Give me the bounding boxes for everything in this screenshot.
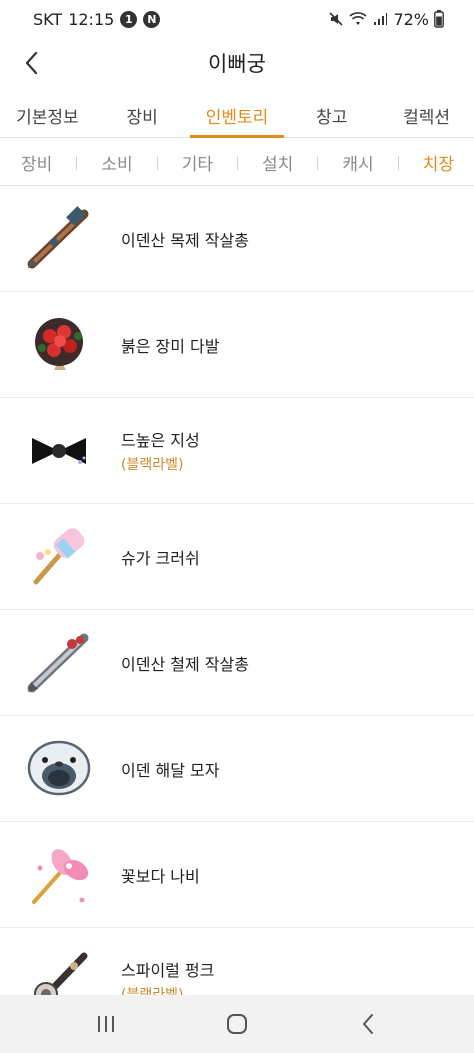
mute-icon [329, 12, 344, 26]
item-text: 드높은 지성 (블랙라벨) [121, 427, 200, 474]
subtab-divider [156, 155, 158, 170]
signal-icon [374, 13, 388, 25]
item-name: 붉은 장미 다발 [121, 336, 220, 356]
battery-percent: 72% [393, 9, 429, 29]
status-left: SKT 12:15 1 N [33, 9, 161, 29]
tab-basic-info[interactable]: 기본정보 [0, 93, 95, 137]
item-name: 드높은 지성 [121, 431, 200, 450]
tab-collection[interactable]: 컬렉션 [379, 93, 474, 137]
list-item[interactable]: 붉은 장미 다발 [0, 292, 474, 398]
list-item[interactable]: 드높은 지성 (블랙라벨) [0, 398, 474, 504]
notification-badge-1: 1 [120, 10, 138, 28]
home-icon [226, 1014, 247, 1034]
tab-equipment[interactable]: 장비 [95, 93, 190, 137]
carrier-label: SKT [33, 9, 63, 29]
list-item[interactable]: 꽃보다 나비 [0, 822, 474, 928]
chevron-left-icon [25, 51, 38, 75]
main-tab-bar: 기본정보 장비 인벤토리 창고 컬렉션 [0, 93, 474, 138]
tab-storage[interactable]: 창고 [284, 93, 379, 137]
page-title: 이뻐궁 [208, 52, 266, 76]
list-item[interactable]: 슈가 크러쉬 [0, 504, 474, 610]
candy-hammer-icon [33, 527, 85, 584]
list-item[interactable]: 이덴 해달 모자 [0, 716, 474, 822]
harpoon-gun-wood-icon [27, 205, 89, 268]
clock: 12:15 [68, 9, 115, 29]
subtab-cash[interactable]: 캐시 [342, 150, 373, 175]
subtab-etc[interactable]: 기타 [182, 150, 213, 175]
status-right: 72% [328, 10, 444, 29]
sea-otter-hat-icon [27, 740, 91, 795]
item-name: 슈가 크러쉬 [121, 548, 200, 568]
notification-badge-n: N [143, 10, 161, 28]
item-text: 이덴산 철제 작살총 [121, 651, 249, 675]
battery-icon [434, 10, 444, 28]
subtab-divider [76, 155, 78, 170]
app-header: 이뻐궁 [0, 38, 474, 88]
wifi-icon [349, 12, 367, 25]
item-text: 이덴 해달 모자 [121, 757, 220, 781]
tab-inventory[interactable]: 인벤토리 [189, 93, 285, 138]
item-name: 이덴산 목제 작살총 [121, 230, 249, 250]
subtab-setup[interactable]: 설치 [262, 150, 293, 175]
item-name: 이덴산 철제 작살총 [121, 654, 249, 674]
item-name: 스파이럴 펑크 [121, 961, 215, 980]
item-text: 이덴산 목제 작살총 [121, 227, 249, 251]
rose-bouquet-icon [35, 317, 83, 370]
subtab-equip[interactable]: 장비 [21, 150, 52, 175]
status-bar: SKT 12:15 1 N 72% [0, 0, 474, 38]
item-text: 붉은 장미 다발 [121, 333, 220, 357]
subtab-divider [237, 155, 238, 170]
subtab-consume[interactable]: 소비 [101, 150, 132, 175]
recent-apps-button[interactable] [81, 999, 131, 1049]
item-text: 슈가 크러쉬 [121, 545, 200, 569]
list-item[interactable]: 이덴산 목제 작살총 [0, 186, 474, 292]
item-name: 꽃보다 나비 [121, 866, 200, 886]
system-back-button[interactable] [343, 999, 393, 1049]
subtab-cosmetic[interactable]: 치장 [423, 150, 454, 175]
butterfly-wand-icon [32, 848, 89, 904]
sub-tab-bar: 장비 소비 기타 설치 캐시 치장 [0, 140, 474, 186]
harpoon-gun-iron-icon [27, 633, 89, 692]
back-button[interactable] [14, 46, 48, 80]
item-name: 이덴 해달 모자 [121, 760, 220, 780]
list-item[interactable]: 이덴산 철제 작살총 [0, 610, 474, 716]
item-text: 꽃보다 나비 [121, 863, 200, 887]
subtab-divider [317, 155, 319, 170]
back-arrow-icon [363, 1014, 374, 1034]
system-nav-bar [0, 995, 474, 1053]
subtab-divider [397, 155, 399, 170]
recent-apps-icon [97, 1016, 114, 1032]
item-tag: (블랙라벨) [121, 457, 184, 473]
home-button[interactable] [212, 999, 262, 1049]
item-list: 이덴산 목제 작살총 붉은 장미 다발 드높은 지성 (블랙라벨) 슈가 크러쉬… [0, 186, 474, 1034]
black-ribbon-icon [32, 437, 86, 464]
